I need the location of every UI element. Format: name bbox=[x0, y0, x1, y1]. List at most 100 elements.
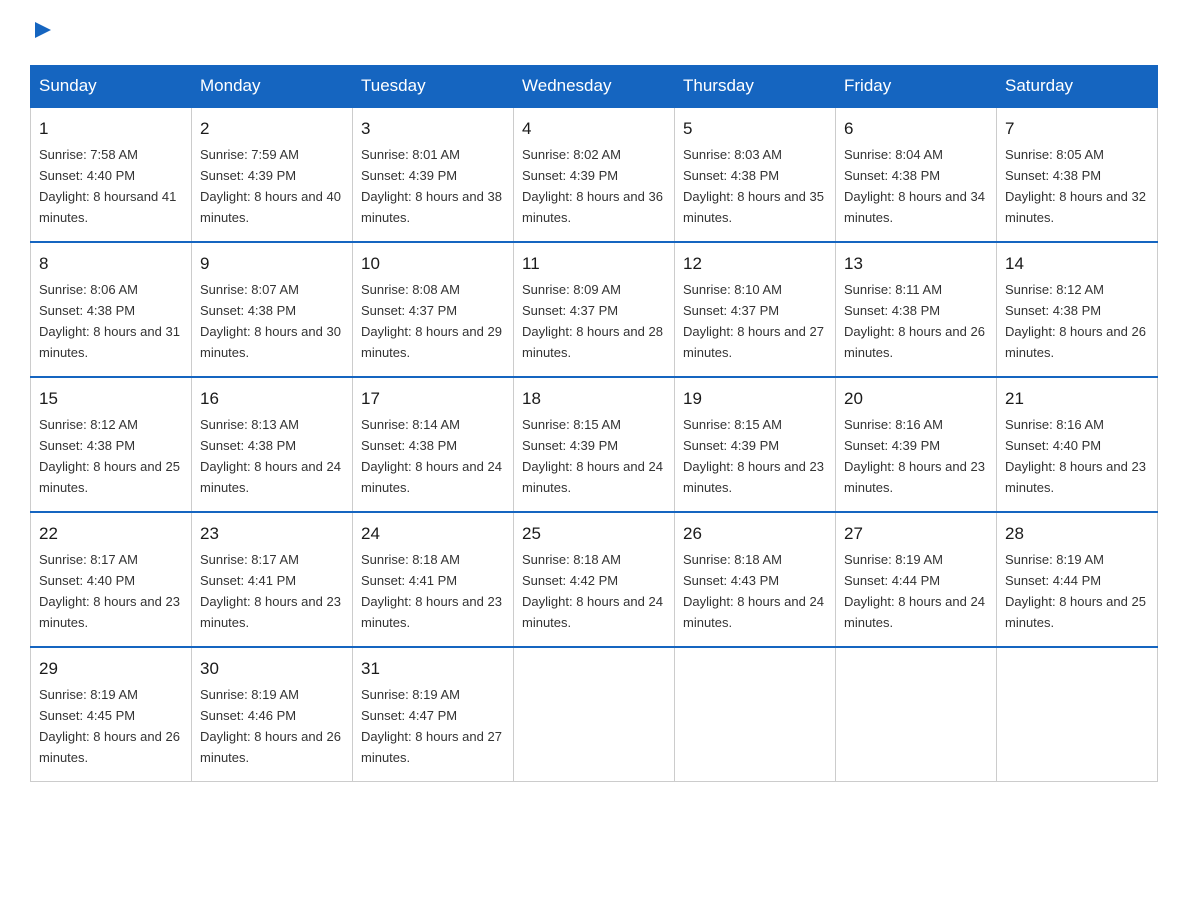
calendar-cell: 15 Sunrise: 8:12 AMSunset: 4:38 PMDayligh… bbox=[31, 377, 192, 512]
day-number: 26 bbox=[683, 521, 827, 547]
day-number: 9 bbox=[200, 251, 344, 277]
calendar-cell: 3 Sunrise: 8:01 AMSunset: 4:39 PMDaylight… bbox=[353, 107, 514, 242]
calendar-cell: 9 Sunrise: 8:07 AMSunset: 4:38 PMDaylight… bbox=[192, 242, 353, 377]
day-info: Sunrise: 8:18 AMSunset: 4:43 PMDaylight:… bbox=[683, 552, 824, 630]
day-number: 20 bbox=[844, 386, 988, 412]
day-number: 25 bbox=[522, 521, 666, 547]
day-info: Sunrise: 8:08 AMSunset: 4:37 PMDaylight:… bbox=[361, 282, 502, 360]
calendar-cell: 8Sunrise: 8:06 AMSunset: 4:38 PMDaylight… bbox=[31, 242, 192, 377]
calendar-table: SundayMondayTuesdayWednesdayThursdayFrid… bbox=[30, 65, 1158, 782]
calendar-cell bbox=[997, 647, 1158, 782]
calendar-cell: 2Sunrise: 7:59 AMSunset: 4:39 PMDaylight… bbox=[192, 107, 353, 242]
calendar-cell bbox=[675, 647, 836, 782]
day-info: Sunrise: 8:04 AMSunset: 4:38 PMDaylight:… bbox=[844, 147, 985, 225]
day-info: Sunrise: 8:17 AMSunset: 4:41 PMDaylight:… bbox=[200, 552, 341, 630]
day-info: Sunrise: 8:11 AMSunset: 4:38 PMDaylight:… bbox=[844, 282, 985, 360]
calendar-cell: 25 Sunrise: 8:18 AMSunset: 4:42 PMDayligh… bbox=[514, 512, 675, 647]
day-number: 18 bbox=[522, 386, 666, 412]
day-info: Sunrise: 8:16 AMSunset: 4:40 PMDaylight:… bbox=[1005, 417, 1146, 495]
day-number: 13 bbox=[844, 251, 988, 277]
day-number: 11 bbox=[522, 251, 666, 277]
day-info: Sunrise: 7:58 AMSunset: 4:40 PMDaylight:… bbox=[39, 147, 176, 225]
day-info: Sunrise: 8:09 AMSunset: 4:37 PMDaylight:… bbox=[522, 282, 663, 360]
day-number: 22 bbox=[39, 521, 183, 547]
calendar-week-row: 22Sunrise: 8:17 AMSunset: 4:40 PMDayligh… bbox=[31, 512, 1158, 647]
day-info: Sunrise: 8:05 AMSunset: 4:38 PMDaylight:… bbox=[1005, 147, 1146, 225]
calendar-cell: 24Sunrise: 8:18 AMSunset: 4:41 PMDayligh… bbox=[353, 512, 514, 647]
calendar-cell: 5 Sunrise: 8:03 AMSunset: 4:38 PMDaylight… bbox=[675, 107, 836, 242]
calendar-cell: 23Sunrise: 8:17 AMSunset: 4:41 PMDayligh… bbox=[192, 512, 353, 647]
day-header-monday: Monday bbox=[192, 66, 353, 108]
day-number: 24 bbox=[361, 521, 505, 547]
day-number: 21 bbox=[1005, 386, 1149, 412]
calendar-cell: 1 Sunrise: 7:58 AMSunset: 4:40 PMDaylight… bbox=[31, 107, 192, 242]
calendar-header-row: SundayMondayTuesdayWednesdayThursdayFrid… bbox=[31, 66, 1158, 108]
day-number: 31 bbox=[361, 656, 505, 682]
calendar-cell: 21 Sunrise: 8:16 AMSunset: 4:40 PMDayligh… bbox=[997, 377, 1158, 512]
day-info: Sunrise: 8:15 AMSunset: 4:39 PMDaylight:… bbox=[522, 417, 663, 495]
day-info: Sunrise: 8:12 AMSunset: 4:38 PMDaylight:… bbox=[39, 417, 180, 495]
calendar-cell: 14 Sunrise: 8:12 AMSunset: 4:38 PMDayligh… bbox=[997, 242, 1158, 377]
calendar-cell: 27 Sunrise: 8:19 AMSunset: 4:44 PMDayligh… bbox=[836, 512, 997, 647]
page-header bbox=[30, 20, 1158, 45]
day-number: 27 bbox=[844, 521, 988, 547]
calendar-cell: 19Sunrise: 8:15 AMSunset: 4:39 PMDayligh… bbox=[675, 377, 836, 512]
calendar-cell: 31 Sunrise: 8:19 AMSunset: 4:47 PMDayligh… bbox=[353, 647, 514, 782]
day-info: Sunrise: 8:02 AMSunset: 4:39 PMDaylight:… bbox=[522, 147, 663, 225]
day-header-tuesday: Tuesday bbox=[353, 66, 514, 108]
day-info: Sunrise: 8:19 AMSunset: 4:47 PMDaylight:… bbox=[361, 687, 502, 765]
day-number: 3 bbox=[361, 116, 505, 142]
calendar-cell: 22Sunrise: 8:17 AMSunset: 4:40 PMDayligh… bbox=[31, 512, 192, 647]
day-info: Sunrise: 8:19 AMSunset: 4:45 PMDaylight:… bbox=[39, 687, 180, 765]
calendar-cell: 4 Sunrise: 8:02 AMSunset: 4:39 PMDaylight… bbox=[514, 107, 675, 242]
day-header-saturday: Saturday bbox=[997, 66, 1158, 108]
calendar-cell: 6 Sunrise: 8:04 AMSunset: 4:38 PMDaylight… bbox=[836, 107, 997, 242]
day-info: Sunrise: 8:07 AMSunset: 4:38 PMDaylight:… bbox=[200, 282, 341, 360]
calendar-cell: 18 Sunrise: 8:15 AMSunset: 4:39 PMDayligh… bbox=[514, 377, 675, 512]
day-number: 14 bbox=[1005, 251, 1149, 277]
day-number: 16 bbox=[200, 386, 344, 412]
day-info: Sunrise: 8:03 AMSunset: 4:38 PMDaylight:… bbox=[683, 147, 824, 225]
calendar-cell: 13 Sunrise: 8:11 AMSunset: 4:38 PMDayligh… bbox=[836, 242, 997, 377]
day-number: 4 bbox=[522, 116, 666, 142]
day-number: 15 bbox=[39, 386, 183, 412]
calendar-cell bbox=[514, 647, 675, 782]
calendar-cell: 7 Sunrise: 8:05 AMSunset: 4:38 PMDaylight… bbox=[997, 107, 1158, 242]
day-info: Sunrise: 8:19 AMSunset: 4:44 PMDaylight:… bbox=[1005, 552, 1146, 630]
calendar-cell: 26 Sunrise: 8:18 AMSunset: 4:43 PMDayligh… bbox=[675, 512, 836, 647]
calendar-week-row: 29 Sunrise: 8:19 AMSunset: 4:45 PMDayligh… bbox=[31, 647, 1158, 782]
day-info: Sunrise: 8:01 AMSunset: 4:39 PMDaylight:… bbox=[361, 147, 502, 225]
calendar-cell: 28 Sunrise: 8:19 AMSunset: 4:44 PMDayligh… bbox=[997, 512, 1158, 647]
day-number: 10 bbox=[361, 251, 505, 277]
logo-arrow-icon bbox=[33, 20, 53, 40]
day-number: 1 bbox=[39, 116, 183, 142]
calendar-week-row: 1 Sunrise: 7:58 AMSunset: 4:40 PMDaylight… bbox=[31, 107, 1158, 242]
day-header-wednesday: Wednesday bbox=[514, 66, 675, 108]
calendar-week-row: 15 Sunrise: 8:12 AMSunset: 4:38 PMDayligh… bbox=[31, 377, 1158, 512]
day-info: Sunrise: 7:59 AMSunset: 4:39 PMDaylight:… bbox=[200, 147, 341, 225]
day-header-friday: Friday bbox=[836, 66, 997, 108]
day-info: Sunrise: 8:14 AMSunset: 4:38 PMDaylight:… bbox=[361, 417, 502, 495]
calendar-cell: 16 Sunrise: 8:13 AMSunset: 4:38 PMDayligh… bbox=[192, 377, 353, 512]
day-info: Sunrise: 8:18 AMSunset: 4:42 PMDaylight:… bbox=[522, 552, 663, 630]
day-info: Sunrise: 8:19 AMSunset: 4:46 PMDaylight:… bbox=[200, 687, 341, 765]
day-number: 7 bbox=[1005, 116, 1149, 142]
calendar-cell: 12 Sunrise: 8:10 AMSunset: 4:37 PMDayligh… bbox=[675, 242, 836, 377]
calendar-cell: 10 Sunrise: 8:08 AMSunset: 4:37 PMDayligh… bbox=[353, 242, 514, 377]
day-info: Sunrise: 8:10 AMSunset: 4:37 PMDaylight:… bbox=[683, 282, 824, 360]
day-number: 30 bbox=[200, 656, 344, 682]
day-number: 17 bbox=[361, 386, 505, 412]
day-info: Sunrise: 8:06 AMSunset: 4:38 PMDaylight:… bbox=[39, 282, 180, 360]
day-number: 12 bbox=[683, 251, 827, 277]
day-info: Sunrise: 8:19 AMSunset: 4:44 PMDaylight:… bbox=[844, 552, 985, 630]
calendar-cell: 20Sunrise: 8:16 AMSunset: 4:39 PMDayligh… bbox=[836, 377, 997, 512]
day-info: Sunrise: 8:13 AMSunset: 4:38 PMDaylight:… bbox=[200, 417, 341, 495]
day-number: 5 bbox=[683, 116, 827, 142]
day-number: 28 bbox=[1005, 521, 1149, 547]
calendar-cell: 30 Sunrise: 8:19 AMSunset: 4:46 PMDayligh… bbox=[192, 647, 353, 782]
day-number: 29 bbox=[39, 656, 183, 682]
day-header-thursday: Thursday bbox=[675, 66, 836, 108]
day-number: 6 bbox=[844, 116, 988, 142]
day-info: Sunrise: 8:12 AMSunset: 4:38 PMDaylight:… bbox=[1005, 282, 1146, 360]
day-header-sunday: Sunday bbox=[31, 66, 192, 108]
